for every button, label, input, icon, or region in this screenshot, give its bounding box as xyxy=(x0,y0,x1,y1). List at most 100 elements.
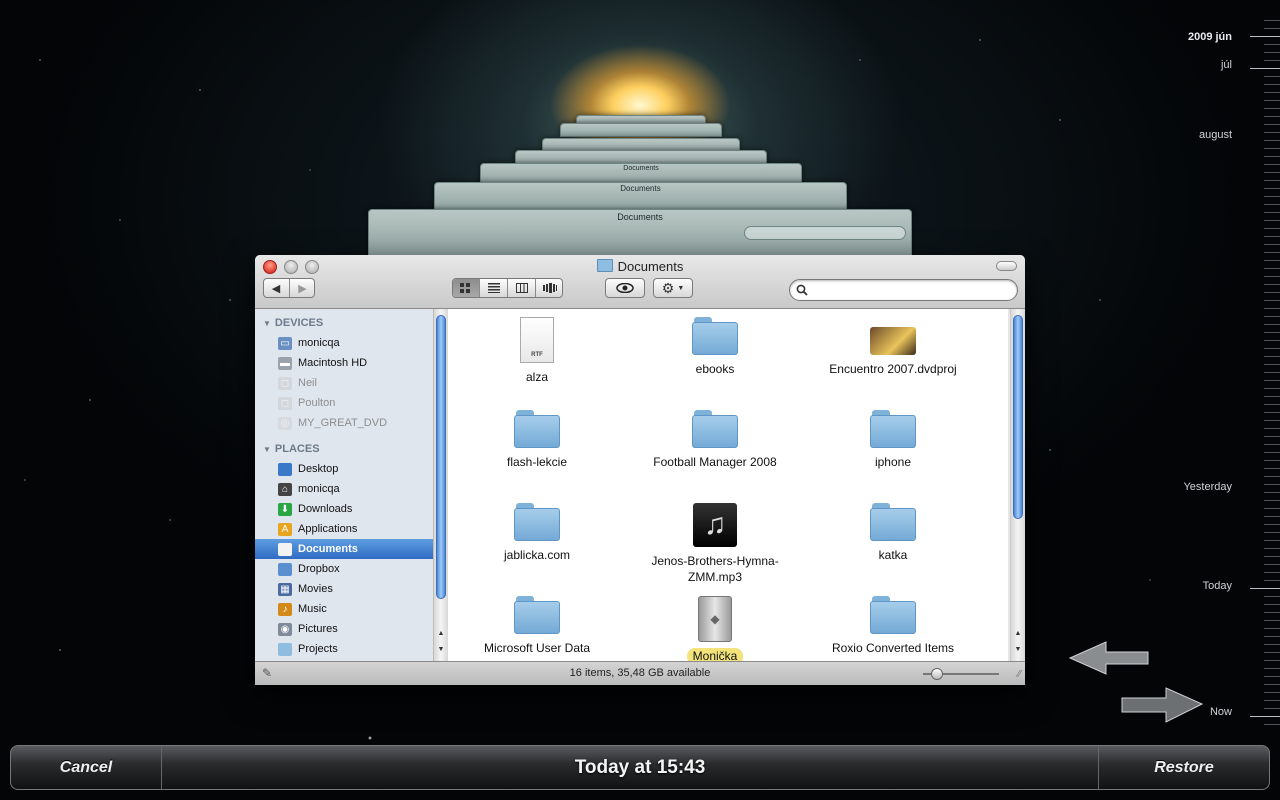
timeline-tick[interactable] xyxy=(1264,580,1280,581)
quick-look-button[interactable] xyxy=(605,278,645,298)
timeline-tick[interactable] xyxy=(1264,244,1280,245)
older-arrow-button[interactable] xyxy=(1068,641,1149,675)
timeline-tick[interactable] xyxy=(1264,132,1280,133)
action-menu-button[interactable]: ⚙ ▼ xyxy=(653,278,693,298)
timeline-tick[interactable] xyxy=(1264,60,1280,61)
content-scrollbar[interactable]: ▲ ▼ xyxy=(1010,309,1025,661)
timeline-tick[interactable] xyxy=(1264,652,1280,653)
timeline-tick[interactable] xyxy=(1250,716,1280,717)
restore-button[interactable]: Restore xyxy=(1098,746,1269,789)
timeline-tick[interactable] xyxy=(1264,292,1280,293)
content-scroll-thumb[interactable] xyxy=(1013,315,1023,519)
timeline-tick[interactable] xyxy=(1264,428,1280,429)
timeline-tick[interactable] xyxy=(1264,684,1280,685)
timeline-tick[interactable] xyxy=(1264,28,1280,29)
past-window-snapshot[interactable]: Documents xyxy=(368,209,912,258)
timeline-label[interactable]: Yesterday xyxy=(1183,481,1232,493)
timeline-tick[interactable] xyxy=(1264,324,1280,325)
sidebar-item-music[interactable]: ♪ Music xyxy=(255,599,433,619)
timeline-tick[interactable] xyxy=(1250,68,1280,69)
timeline-tick[interactable] xyxy=(1264,228,1280,229)
timeline-tick[interactable] xyxy=(1264,92,1280,93)
timeline-tick[interactable] xyxy=(1264,212,1280,213)
timeline-tick[interactable] xyxy=(1264,540,1280,541)
timeline-tick[interactable] xyxy=(1264,300,1280,301)
sidebar-item-dropbox[interactable]: Dropbox xyxy=(255,559,433,579)
sidebar-scroll-thumb[interactable] xyxy=(436,315,446,599)
timeline-tick[interactable] xyxy=(1264,148,1280,149)
timeline-tick[interactable] xyxy=(1264,84,1280,85)
timeline-tick[interactable] xyxy=(1264,388,1280,389)
file-item[interactable]: Encuentro 2007.dvdproj xyxy=(804,317,982,378)
timeline-tick[interactable] xyxy=(1264,436,1280,437)
timeline-label[interactable]: júl xyxy=(1221,59,1232,71)
sidebar-item-macintosh-hd[interactable]: ▬ Macintosh HD xyxy=(255,353,433,373)
list-view-button[interactable] xyxy=(480,279,508,297)
timeline-tick[interactable] xyxy=(1264,356,1280,357)
sidebar-item-monicqa[interactable]: ⌂ monicqa xyxy=(255,479,433,499)
sidebar-item-movies[interactable]: ▦ Movies xyxy=(255,579,433,599)
timeline-tick[interactable] xyxy=(1264,124,1280,125)
timeline-tick[interactable] xyxy=(1264,644,1280,645)
timeline-tick[interactable] xyxy=(1264,108,1280,109)
timeline-tick[interactable] xyxy=(1264,284,1280,285)
timeline-tick[interactable] xyxy=(1264,404,1280,405)
timeline-tick[interactable] xyxy=(1264,196,1280,197)
slider-knob[interactable] xyxy=(931,668,943,680)
timeline-tick[interactable] xyxy=(1264,220,1280,221)
file-item[interactable]: Football Manager 2008 xyxy=(626,410,804,471)
sidebar-item-documents[interactable]: Documents xyxy=(255,539,433,559)
timeline-tick[interactable] xyxy=(1264,236,1280,237)
timeline-tick[interactable] xyxy=(1264,492,1280,493)
icon-view-button[interactable] xyxy=(453,279,480,297)
resize-grip-icon[interactable]: ⁄⁄ xyxy=(1018,664,1021,685)
timeline-tick[interactable] xyxy=(1264,76,1280,77)
sidebar-item-downloads[interactable]: ⬇ Downloads xyxy=(255,499,433,519)
timeline-tick[interactable] xyxy=(1264,532,1280,533)
sidebar-item-neil[interactable]: ◻ Neil xyxy=(255,373,433,393)
timeline-tick[interactable] xyxy=(1264,604,1280,605)
timeline-tick[interactable] xyxy=(1264,700,1280,701)
scroll-up-arrow-icon[interactable]: ▲ xyxy=(1011,627,1025,641)
past-window-snapshot[interactable]: Documents xyxy=(434,182,847,212)
timeline-tick[interactable] xyxy=(1264,412,1280,413)
sidebar-item-applications[interactable]: A Applications xyxy=(255,519,433,539)
column-view-button[interactable] xyxy=(508,279,536,297)
timeline-tick[interactable] xyxy=(1264,676,1280,677)
scroll-down-arrow-icon[interactable]: ▼ xyxy=(434,643,448,657)
toolbar-toggle-button[interactable] xyxy=(996,261,1017,271)
pin-icon[interactable]: ✎ xyxy=(262,662,272,684)
sidebar-item-desktop[interactable]: Desktop xyxy=(255,459,433,479)
sidebar-item-poulton[interactable]: ◻ Poulton xyxy=(255,393,433,413)
timeline-tick[interactable] xyxy=(1264,348,1280,349)
timeline-tick[interactable] xyxy=(1264,204,1280,205)
finder-window[interactable]: Documents ◀ ▶ ⚙ ▼ ▼ DEVICES ▭ monicqa ▬ … xyxy=(255,255,1025,685)
file-item[interactable]: ♫ Jenos-Brothers-Hymna- ZMM.mp3 xyxy=(626,503,804,585)
search-field[interactable] xyxy=(789,279,1018,301)
timeline-label[interactable]: 2009 jún xyxy=(1188,31,1232,43)
sidebar-item-projects[interactable]: Projects xyxy=(255,639,433,659)
icon-size-slider[interactable] xyxy=(923,668,999,680)
coverflow-view-button[interactable] xyxy=(536,279,562,297)
forward-button[interactable]: ▶ xyxy=(290,279,315,297)
devices-section-header[interactable]: ▼ DEVICES xyxy=(255,313,433,333)
timeline-tick[interactable] xyxy=(1264,340,1280,341)
timeline-tick[interactable] xyxy=(1264,628,1280,629)
sidebar-item-pictures[interactable]: ◉ Pictures xyxy=(255,619,433,639)
timeline-tick[interactable] xyxy=(1264,516,1280,517)
places-section-header[interactable]: ▼ PLACES xyxy=(255,439,433,459)
timeline-tick[interactable] xyxy=(1264,276,1280,277)
timeline-tick[interactable] xyxy=(1264,468,1280,469)
file-item[interactable]: katka xyxy=(804,503,982,564)
file-item[interactable]: flash-lekcie xyxy=(448,410,626,471)
timeline-tick[interactable] xyxy=(1264,508,1280,509)
sidebar-item-monicqa[interactable]: ▭ monicqa xyxy=(255,333,433,353)
past-window-snapshot[interactable] xyxy=(560,123,722,137)
file-item[interactable]: Microsoft User Data xyxy=(448,596,626,657)
timeline-tick[interactable] xyxy=(1264,180,1280,181)
timeline-tick[interactable] xyxy=(1250,36,1280,37)
timeline-tick[interactable] xyxy=(1264,524,1280,525)
scroll-down-arrow-icon[interactable]: ▼ xyxy=(1011,643,1025,657)
timeline-tick[interactable] xyxy=(1264,476,1280,477)
scroll-up-arrow-icon[interactable]: ▲ xyxy=(434,627,448,641)
